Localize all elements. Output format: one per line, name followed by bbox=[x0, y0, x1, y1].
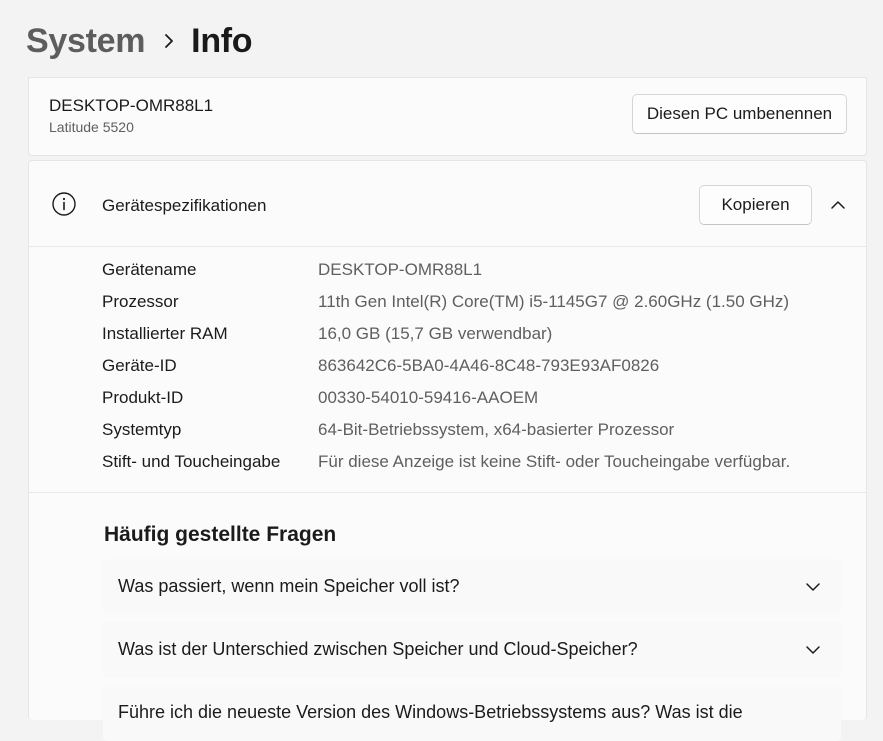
spec-label: Installierter RAM bbox=[102, 324, 228, 343]
spec-label: Stift- und Toucheingabe bbox=[102, 452, 281, 471]
chevron-right-icon bbox=[163, 32, 175, 50]
spec-value: Für diese Anzeige ist keine Stift- oder … bbox=[318, 452, 791, 471]
breadcrumb-parent-system[interactable]: System bbox=[26, 22, 145, 61]
device-specs-title: Gerätespezifikationen bbox=[102, 196, 267, 215]
faq-question: Was passiert, wenn mein Speicher voll is… bbox=[118, 576, 460, 596]
breadcrumb: System Info bbox=[26, 18, 253, 64]
faq-question: Führe ich die neueste Version des Window… bbox=[118, 702, 743, 722]
page-title: Info bbox=[191, 21, 253, 60]
divider bbox=[29, 492, 866, 493]
device-name: DESKTOP-OMR88L1 bbox=[49, 96, 214, 115]
spec-label: Produkt-ID bbox=[102, 388, 184, 407]
chevron-down-icon bbox=[803, 577, 823, 597]
faq-item[interactable]: Was ist der Unterschied zwischen Speiche… bbox=[103, 622, 841, 678]
spec-label: Gerätename bbox=[102, 260, 197, 279]
faq-item[interactable]: Führe ich die neueste Version des Window… bbox=[103, 685, 841, 741]
spec-value: 16,0 GB (15,7 GB verwendbar) bbox=[318, 324, 553, 343]
spec-value: DESKTOP-OMR88L1 bbox=[318, 260, 483, 279]
copy-button[interactable]: Kopieren bbox=[699, 185, 812, 225]
spec-label: Systemtyp bbox=[102, 420, 182, 439]
chevron-up-icon[interactable] bbox=[827, 194, 849, 216]
info-icon bbox=[51, 191, 77, 217]
device-card: DESKTOP-OMR88L1 Latitude 5520 Diesen PC … bbox=[28, 77, 867, 156]
spec-value: 863642C6-5BA0-4A46-8C48-793E93AF0826 bbox=[318, 356, 660, 375]
device-specs-card: Gerätespezifikationen Kopieren Gerätenam… bbox=[28, 160, 867, 741]
faq-item[interactable]: Was passiert, wenn mein Speicher voll is… bbox=[103, 559, 841, 615]
rename-pc-button[interactable]: Diesen PC umbenennen bbox=[632, 94, 847, 134]
device-model: Latitude 5520 bbox=[49, 119, 134, 135]
chevron-down-icon bbox=[803, 640, 823, 660]
spec-value: 11th Gen Intel(R) Core(TM) i5-1145G7 @ 2… bbox=[318, 292, 790, 311]
spec-label: Geräte-ID bbox=[102, 356, 177, 375]
spec-value: 64-Bit-Betriebssystem, x64-basierter Pro… bbox=[318, 420, 675, 439]
faq-title: Häufig gestellte Fragen bbox=[104, 523, 337, 546]
spec-label: Prozessor bbox=[102, 292, 179, 311]
faq-question: Was ist der Unterschied zwischen Speiche… bbox=[118, 639, 638, 659]
device-specs-header[interactable]: Gerätespezifikationen Kopieren bbox=[29, 161, 866, 247]
spec-value: 00330-54010-59416-AAOEM bbox=[318, 388, 539, 407]
